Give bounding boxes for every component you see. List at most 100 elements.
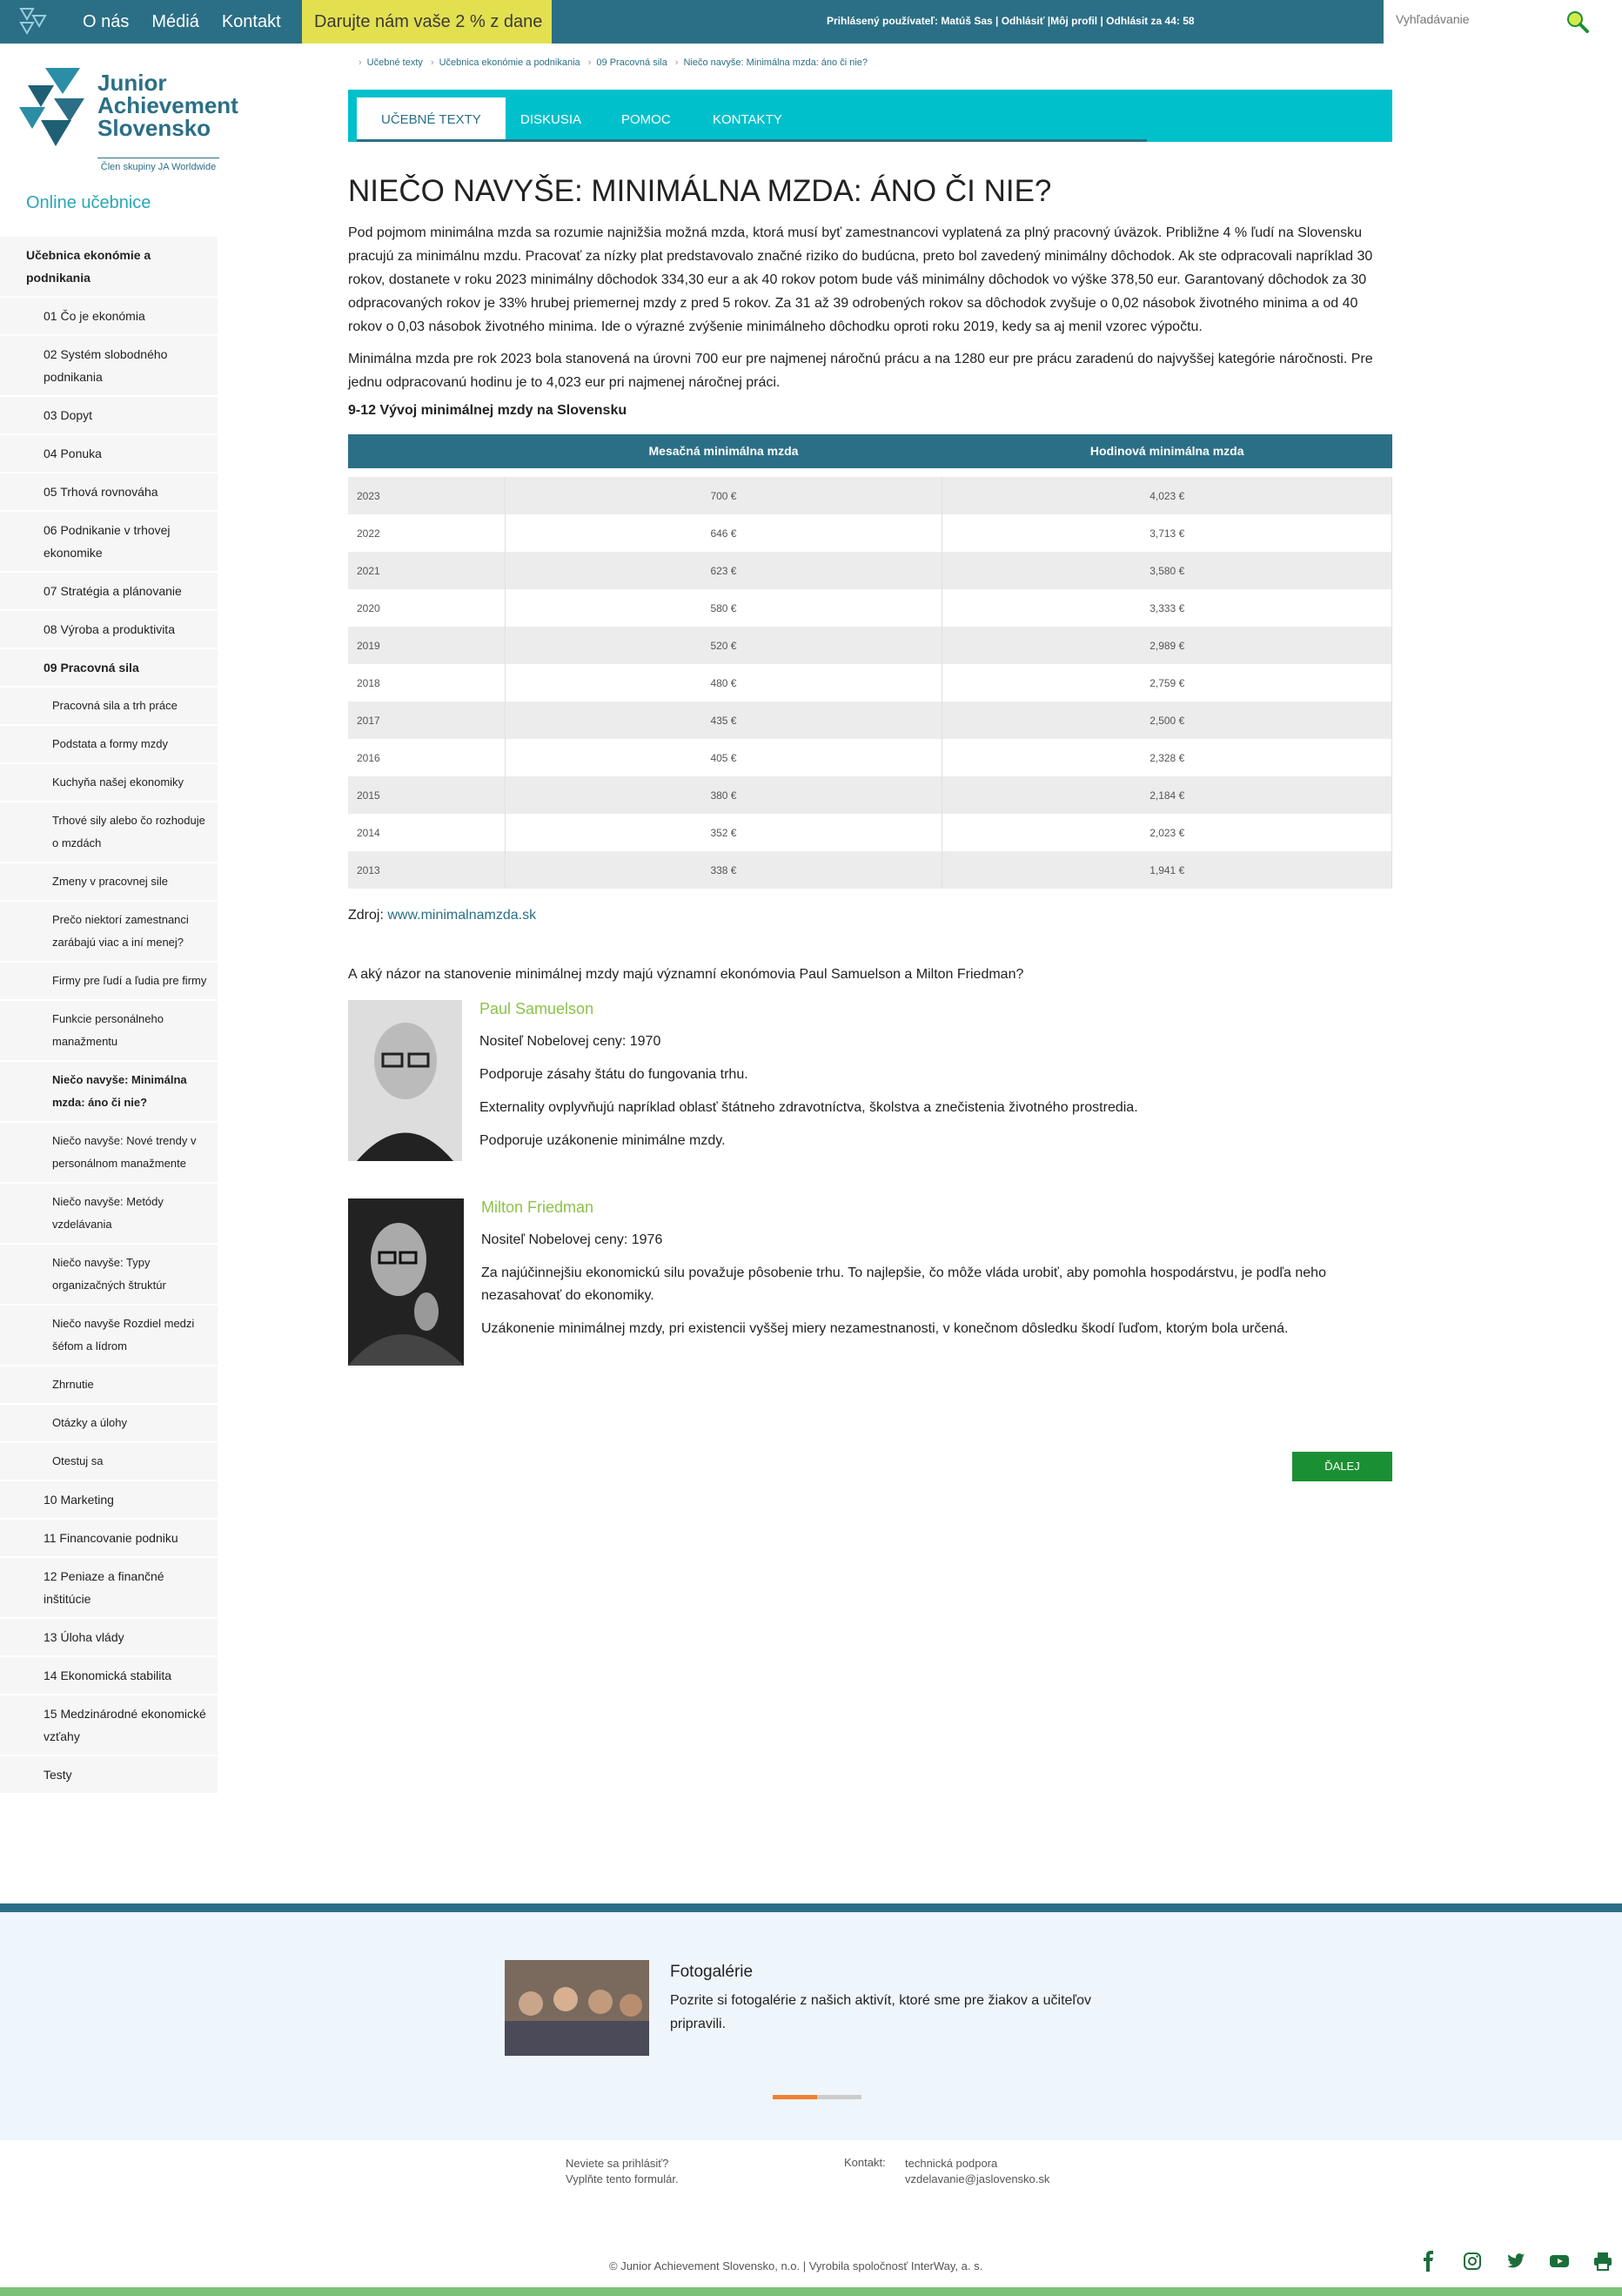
table-row: 2014 352 €2,023 € bbox=[348, 814, 1392, 851]
sidebar-item[interactable]: Zmeny v pracovnej sile bbox=[0, 863, 218, 902]
next-button[interactable]: ĎALEJ bbox=[1292, 1452, 1392, 1481]
friedman-info: Milton Friedman Nositeľ Nobelovej ceny: … bbox=[481, 1198, 1386, 1351]
breadcrumb-item[interactable]: Učebné texty bbox=[367, 57, 423, 68]
hourly-wage-cell: 2,023 € bbox=[942, 814, 1392, 851]
sidebar-item[interactable]: 01 Čo je ekonómia bbox=[0, 298, 218, 336]
social-links bbox=[1418, 2251, 1613, 2272]
logo-subtitle: Člen skupiny JA Worldwide bbox=[97, 158, 219, 172]
copyright: © Junior Achievement Slovensko, n.o. | V… bbox=[609, 2259, 983, 2273]
twitter-icon[interactable] bbox=[1505, 2251, 1526, 2272]
search-input[interactable] bbox=[1396, 12, 1570, 26]
tab-kontakty[interactable]: KONTAKTY bbox=[713, 97, 782, 142]
table-row: 2015 380 €2,184 € bbox=[348, 776, 1392, 814]
sidebar-item[interactable]: 06 Podnikanie v trhovej ekonomike bbox=[0, 512, 218, 573]
sidebar-item[interactable]: Otestuj sa bbox=[0, 1443, 218, 1481]
nav-kontakt[interactable]: Kontakt bbox=[222, 12, 281, 32]
facebook-icon[interactable] bbox=[1418, 2251, 1439, 2272]
sidebar-item[interactable]: 12 Peniaze a finančné inštitúcie bbox=[0, 1558, 218, 1619]
sidebar-item[interactable]: 13 Úloha vlády bbox=[0, 1619, 218, 1657]
instagram-icon[interactable] bbox=[1462, 2251, 1483, 2272]
donate-button[interactable]: Darujte nám vaše 2 % z dane bbox=[302, 0, 552, 44]
sidebar-item[interactable]: Niečo navyše: Typy organizačných štruktú… bbox=[0, 1245, 218, 1306]
sidebar-item[interactable]: Testy bbox=[0, 1756, 218, 1795]
person-friedman: Milton Friedman Nositeľ Nobelovej ceny: … bbox=[348, 1198, 1392, 1373]
sidebar-item[interactable]: 03 Dopyt bbox=[0, 397, 218, 435]
year-cell: 2018 bbox=[348, 664, 506, 702]
hourly-wage-cell: 3,713 € bbox=[942, 514, 1392, 552]
page-title: NIEČO NAVYŠE: MINIMÁLNA MZDA: ÁNO ČI NIE… bbox=[348, 174, 1052, 208]
year-cell: 2021 bbox=[348, 552, 506, 589]
table-header-monthly: Mesačná minimálna mzda bbox=[505, 434, 942, 468]
search-icon[interactable] bbox=[1565, 9, 1591, 35]
youtube-icon[interactable] bbox=[1549, 2251, 1570, 2272]
sidebar-item[interactable]: Otázky a úlohy bbox=[0, 1405, 218, 1443]
sidebar-item[interactable]: 04 Ponuka bbox=[0, 435, 218, 473]
sidebar-item[interactable]: Prečo niektorí zamestnanci zarábajú viac… bbox=[0, 902, 218, 963]
sidebar-item[interactable]: Zhrnutie bbox=[0, 1366, 218, 1405]
search-box bbox=[1384, 0, 1622, 44]
tab-diskusia[interactable]: DISKUSIA bbox=[520, 97, 581, 142]
breadcrumb-item[interactable]: Učebnica ekonómie a podnikania bbox=[439, 57, 580, 68]
sidebar-item[interactable]: Firmy pre ľudí a ľudia pre firmy bbox=[0, 963, 218, 1001]
table-row: 2019 520 €2,989 € bbox=[348, 627, 1392, 664]
sidebar-item[interactable]: 05 Trhová rovnováha bbox=[0, 473, 218, 512]
print-icon[interactable] bbox=[1592, 2251, 1613, 2272]
sidebar-title[interactable]: Online učebnice bbox=[26, 193, 151, 213]
hourly-wage-cell: 2,184 € bbox=[942, 776, 1392, 814]
person-fact: Podporuje uzákonenie minimálne mzdy. bbox=[479, 1133, 726, 1148]
contact-email[interactable]: vzdelavanie@jaslovensko.sk bbox=[905, 2172, 1049, 2187]
breadcrumb: › Učebné texty › Učebnica ekonómie a podni… bbox=[359, 57, 868, 68]
sidebar-item[interactable]: Učebnica ekonómie a podnikania bbox=[0, 237, 218, 298]
sidebar-item[interactable]: Funkcie personálneho manažmentu bbox=[0, 1001, 218, 1062]
login-help-line1: Neviete sa prihlásiť? bbox=[566, 2157, 669, 2170]
ja-logo-icon[interactable] bbox=[16, 5, 50, 38]
login-help[interactable]: Neviete sa prihlásiť? Vyplňte tento form… bbox=[566, 2156, 679, 2187]
hourly-wage-cell: 2,328 € bbox=[942, 739, 1392, 776]
tab-pomoc[interactable]: POMOC bbox=[621, 97, 671, 142]
year-cell: 2023 bbox=[348, 477, 506, 514]
monthly-wage-cell: 380 € bbox=[505, 776, 943, 814]
sidebar-item[interactable]: 08 Výroba a produktivita bbox=[0, 611, 218, 649]
hourly-wage-cell: 3,580 € bbox=[942, 552, 1392, 589]
hourly-wage-cell: 2,989 € bbox=[942, 627, 1392, 664]
breadcrumb-item[interactable]: 09 Pracovná sila bbox=[596, 57, 667, 68]
sidebar-item[interactable]: 11 Financovanie podniku bbox=[0, 1520, 218, 1558]
contact-line1: technická podpora bbox=[905, 2157, 998, 2170]
sidebar-item[interactable]: Niečo navyše: Metódy vzdelávania bbox=[0, 1184, 218, 1245]
user-status[interactable]: Prihlásený používateľ: Matúš Sas | Odhlá… bbox=[827, 15, 1195, 27]
sidebar-item[interactable]: 10 Marketing bbox=[0, 1481, 218, 1520]
sidebar-item[interactable]: 09 Pracovná sila bbox=[0, 649, 218, 688]
person-fact: Za najúčinnejšiu ekonomickú silu považuj… bbox=[481, 1265, 1326, 1303]
hourly-wage-cell: 2,500 € bbox=[942, 702, 1392, 739]
sidebar-item[interactable]: Pracovná sila a trh práce bbox=[0, 688, 218, 726]
top-nav: O nás Médiá Kontakt bbox=[83, 0, 304, 44]
hourly-wage-cell: 2,759 € bbox=[942, 664, 1392, 702]
main-content: NIEČO NAVYŠE: MINIMÁLNA MZDA: ÁNO ČI NIE… bbox=[348, 174, 1392, 1373]
person-fact: Podporuje zásahy štátu do fungovania trh… bbox=[479, 1067, 748, 1082]
sidebar-item[interactable]: Podstata a formy mzdy bbox=[0, 726, 218, 764]
carousel-indicator[interactable] bbox=[773, 2095, 861, 2099]
gallery-photo[interactable] bbox=[505, 1960, 649, 2056]
sidebar-item[interactable]: Niečo navyše Rozdiel medzi šéfom a lídro… bbox=[0, 1306, 218, 1366]
tab-ucebne-texty[interactable]: UČEBNÉ TEXTY bbox=[357, 97, 506, 142]
sidebar-item[interactable]: Trhové sily alebo čo rozhoduje o mzdách bbox=[0, 802, 218, 863]
footer-divider bbox=[0, 1903, 1622, 1912]
table-row: 2017 435 €2,500 € bbox=[348, 702, 1392, 739]
ja-slovensko-logo[interactable]: Junior Achievement Slovensko Člen skupin… bbox=[19, 64, 245, 173]
sidebar-item[interactable]: 07 Stratégia a plánovanie bbox=[0, 573, 218, 611]
sidebar-item[interactable]: 15 Medzinárodné ekonomické vzťahy bbox=[0, 1695, 218, 1756]
sidebar-item[interactable]: Niečo navyše: Minimálna mzda: áno či nie… bbox=[0, 1062, 218, 1123]
sidebar-item[interactable]: 02 Systém slobodného podnikania bbox=[0, 336, 218, 397]
login-help-line2[interactable]: Vyplňte tento formulár. bbox=[566, 2172, 679, 2187]
nav-o-nas[interactable]: O nás bbox=[83, 12, 129, 32]
sidebar-item[interactable]: Kuchyňa našej ekonomiky bbox=[0, 764, 218, 802]
logo-line3: Slovensko bbox=[97, 115, 211, 141]
sidebar-item[interactable]: 14 Ekonomická stabilita bbox=[0, 1657, 218, 1695]
gallery-title[interactable]: Fotogalérie bbox=[670, 1963, 753, 1982]
intro-paragraph: Pod pojmom minimálna mzda sa rozumie naj… bbox=[348, 225, 1373, 334]
year-cell: 2016 bbox=[348, 739, 506, 776]
source-link[interactable]: www.minimalnamzda.sk bbox=[387, 908, 536, 923]
person-samuelson: Paul Samuelson Nositeľ Nobelovej ceny: 1… bbox=[348, 1000, 1392, 1174]
nav-media[interactable]: Médiá bbox=[151, 12, 198, 32]
sidebar-item[interactable]: Niečo navyše: Nové trendy v personálnom … bbox=[0, 1123, 218, 1184]
